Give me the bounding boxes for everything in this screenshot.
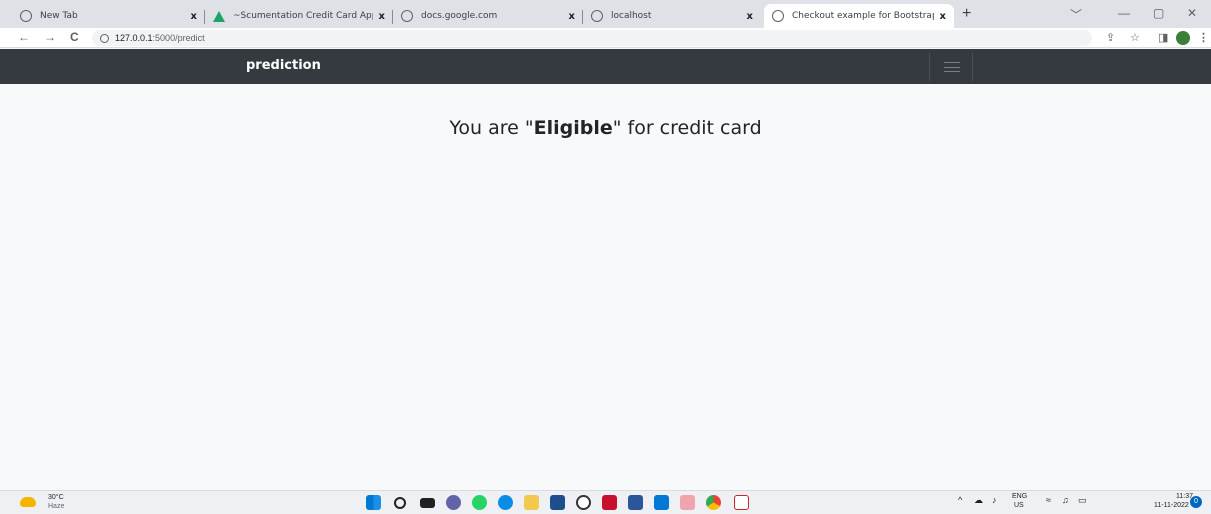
back-button[interactable]: ←: [18, 30, 30, 44]
input-language[interactable]: ENG: [1012, 493, 1027, 500]
show-hidden-icons-chevron-icon[interactable]: ^: [958, 495, 962, 505]
forward-button[interactable]: →: [44, 30, 56, 44]
volume-icon[interactable]: ♫: [1062, 495, 1069, 505]
minimize-button[interactable]: —: [1118, 6, 1130, 20]
url-input[interactable]: 127.0.0.1:5000/predict: [92, 30, 1092, 46]
navbar: prediction: [0, 49, 1211, 84]
prediction-result-heading: You are "Eligible" for credit card: [0, 117, 1211, 139]
input-region[interactable]: US: [1014, 502, 1024, 509]
new-tab-button[interactable]: +: [962, 5, 971, 23]
close-icon[interactable]: x: [747, 11, 753, 22]
hamburger-icon: [944, 62, 960, 72]
navbar-brand[interactable]: prediction: [246, 58, 321, 73]
windows-taskbar: 30°C Haze ^ ☁ ♪ ENG US ≈ ♫ ▭ 11:37 11-11…: [0, 490, 1211, 514]
chrome-icon: [20, 10, 32, 22]
side-panel-icon[interactable]: ◨: [1158, 31, 1168, 44]
tab-title: localhost: [611, 11, 652, 21]
tab-docs-google[interactable]: docs.google.com x: [393, 4, 583, 28]
address-toolbar: ← → C 127.0.0.1:5000/predict ⇪ ☆ ◨ ⋮: [0, 28, 1211, 48]
weather-haze-icon[interactable]: [20, 497, 36, 507]
globe-icon: [401, 10, 413, 22]
tab-credit-card-doc[interactable]: ~Scumentation Credit Card Appr x: [205, 4, 393, 28]
close-icon[interactable]: x: [191, 11, 197, 22]
reload-button[interactable]: C: [70, 30, 79, 44]
share-icon[interactable]: ⇪: [1106, 31, 1115, 44]
close-icon[interactable]: x: [379, 11, 385, 22]
edge-icon[interactable]: [498, 495, 513, 510]
window-close-button[interactable]: ✕: [1187, 6, 1197, 20]
tab-title: docs.google.com: [421, 11, 498, 21]
tab-localhost[interactable]: localhost x: [583, 4, 761, 28]
word-icon[interactable]: [628, 495, 643, 510]
heading-suffix: " for credit card: [612, 117, 762, 139]
url-path: :5000/predict: [152, 33, 205, 43]
google-drive-icon: [213, 10, 225, 22]
site-info-icon[interactable]: [100, 33, 109, 43]
windows-start-icon[interactable]: [366, 495, 381, 510]
maximize-button[interactable]: ▢: [1153, 6, 1164, 20]
file-explorer-icon[interactable]: [524, 495, 539, 510]
profile-avatar-icon[interactable]: [1176, 31, 1190, 45]
microsoft-store-icon[interactable]: [550, 495, 565, 510]
tab-title: ~Scumentation Credit Card Appr: [233, 11, 373, 21]
globe-icon: [591, 10, 603, 22]
search-icon[interactable]: [394, 497, 406, 509]
whatsapp-icon[interactable]: [472, 495, 487, 510]
dell-icon[interactable]: [576, 495, 591, 510]
close-icon[interactable]: x: [569, 11, 575, 22]
menu-kebab-icon[interactable]: ⋮: [1198, 31, 1209, 44]
tab-checkout-bootstrap[interactable]: Checkout example for Bootstrap x: [764, 4, 954, 28]
close-icon[interactable]: x: [940, 11, 946, 22]
url-host: 127.0.0.1: [115, 33, 153, 43]
battery-icon[interactable]: ▭: [1078, 495, 1087, 506]
tab-title: New Tab: [40, 11, 78, 21]
eligibility-status: Eligible: [533, 117, 613, 139]
tab-new-tab[interactable]: New Tab x: [12, 4, 205, 28]
task-view-icon[interactable]: [420, 498, 435, 508]
mcafee-icon[interactable]: [602, 495, 617, 510]
weather-description[interactable]: Haze: [48, 503, 64, 510]
globe-icon: [772, 10, 784, 22]
heading-prefix: You are ": [449, 117, 534, 139]
vscode-icon[interactable]: [654, 495, 669, 510]
teams-chat-icon[interactable]: [446, 495, 461, 510]
browser-tab-strip: New Tab x ~Scumentation Credit Card Appr…: [0, 0, 1211, 28]
clock-date[interactable]: 11-11-2022: [1154, 502, 1189, 509]
tab-title: Checkout example for Bootstrap: [792, 11, 934, 21]
notification-badge[interactable]: 0: [1190, 496, 1202, 508]
app-ks-icon[interactable]: [734, 495, 749, 510]
cloud-sync-icon[interactable]: ☁: [974, 495, 983, 506]
bookmark-star-icon[interactable]: ☆: [1130, 31, 1140, 44]
snipping-tool-icon[interactable]: [680, 495, 695, 510]
microphone-icon[interactable]: ♪: [992, 495, 997, 505]
weather-temperature[interactable]: 30°C: [48, 494, 64, 501]
tab-search-chevron-icon[interactable]: ﹀: [1070, 6, 1082, 23]
chrome-icon[interactable]: [706, 495, 721, 510]
navbar-toggler-button[interactable]: [929, 53, 973, 81]
wifi-icon[interactable]: ≈: [1046, 495, 1051, 505]
